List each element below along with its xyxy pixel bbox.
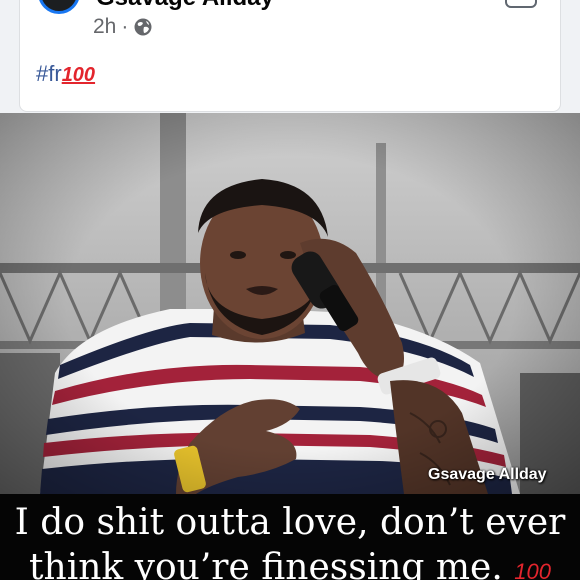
globe-icon xyxy=(134,18,152,36)
post-meta: 2h · xyxy=(93,15,153,39)
author-name[interactable]: Gsavage Allday xyxy=(96,0,274,12)
post-photo[interactable] xyxy=(0,113,580,494)
post-time[interactable]: 2h xyxy=(93,15,116,39)
add-friend-icon[interactable] xyxy=(505,0,537,8)
post-text: #fr100 xyxy=(36,61,95,87)
meme-caption: I do shit outta love, don’t ever think y… xyxy=(0,494,580,580)
photo-illustration xyxy=(0,113,580,494)
photo-watermark: Gsavage Allday xyxy=(428,466,547,483)
caption-line-2: think you’re finessing me. 100 xyxy=(0,547,580,580)
caption-hundred-emoji: 100 xyxy=(514,559,551,580)
hashtag-link[interactable]: #fr xyxy=(36,61,62,86)
meta-separator: · xyxy=(121,15,129,38)
caption-line-1: I do shit outta love, don’t ever xyxy=(14,502,566,543)
caption-line-2-text: think you’re finessing me. xyxy=(29,547,503,580)
hundred-emoji: 100 xyxy=(61,64,96,86)
